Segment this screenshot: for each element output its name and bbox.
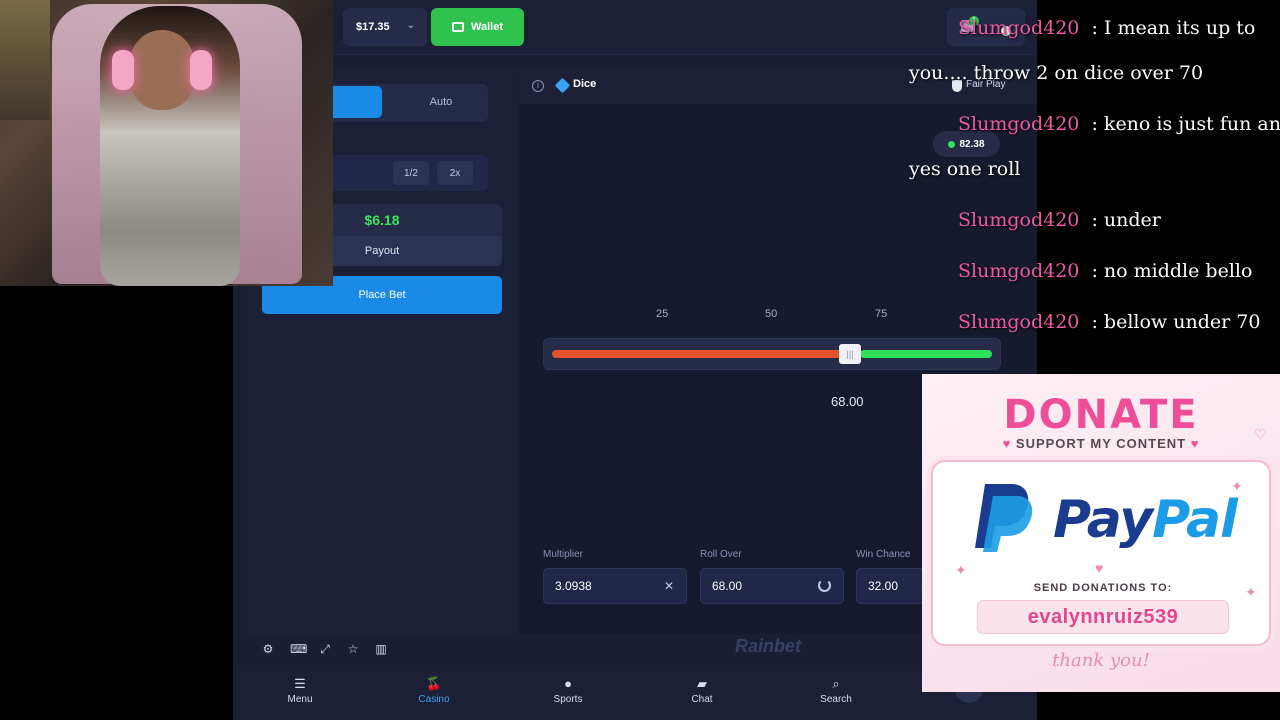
chat-message: Slumgod420 : under bbox=[958, 209, 1161, 231]
wallet-label: Wallet bbox=[471, 21, 503, 33]
close-icon[interactable]: ✕ bbox=[664, 579, 674, 593]
chat-message: you.... throw 2 on dice over 70 bbox=[909, 62, 1203, 84]
paypal-wordmark: PayPal bbox=[1053, 490, 1238, 550]
chat-username: Slumgod420 bbox=[958, 311, 1080, 333]
multiplier-value: 3.0938 bbox=[555, 579, 592, 593]
streamer-face bbox=[130, 30, 194, 110]
roll-over-field[interactable]: 68.00 bbox=[700, 568, 844, 604]
chat-text: : no middle bello bbox=[1091, 260, 1253, 282]
screen: $17.35 ⌄ Wallet 1 al Auto 1/2 2x i bbox=[0, 0, 1280, 720]
chat-username: Slumgod420 bbox=[958, 113, 1080, 135]
slider-value: 68.00 bbox=[831, 394, 864, 409]
slider-handle[interactable]: ||| bbox=[839, 344, 861, 364]
thank-you-text: thank you! bbox=[1052, 650, 1150, 671]
chat-username: Slumgod420 bbox=[958, 209, 1080, 231]
nav-label: Menu bbox=[287, 694, 313, 705]
tick-label: 25 bbox=[656, 308, 669, 320]
nav-casino[interactable]: 🍒 Casino bbox=[394, 673, 474, 713]
chat-text: : keno is just fun and bbox=[1091, 113, 1280, 135]
webcam-overlay bbox=[0, 0, 333, 286]
paypal-logo-icon bbox=[975, 484, 1033, 552]
paypal-card: PayPal ✦ ✦ ✦ ♥ SEND DONATIONS TO: evalyn… bbox=[931, 460, 1271, 646]
chat-text: : I mean its up to bbox=[1091, 17, 1256, 39]
chat-text: you.... throw 2 on dice over 70 bbox=[909, 62, 1204, 84]
game-title: Dice bbox=[573, 78, 597, 90]
wallet-button[interactable]: Wallet bbox=[431, 8, 524, 46]
sparkle-icon: ✦ bbox=[955, 562, 967, 578]
nav-sports[interactable]: ● Sports bbox=[528, 673, 608, 713]
nav-chat[interactable]: ▰ Chat bbox=[662, 673, 742, 713]
chat-message: Slumgod420 : no middle bello bbox=[958, 260, 1252, 282]
multiplier-field[interactable]: 3.0938 ✕ bbox=[543, 568, 687, 604]
win-chance-value: 32.00 bbox=[868, 579, 899, 593]
top-bar: $17.35 ⌄ Wallet 1 bbox=[233, 0, 1037, 55]
stats-icon[interactable]: ▥ bbox=[374, 642, 388, 656]
send-donations-label: SEND DONATIONS TO: bbox=[1033, 582, 1173, 594]
win-chance-field[interactable]: 32.00 bbox=[856, 568, 926, 604]
paypal-word-pal: Pal bbox=[1152, 490, 1238, 550]
cherry-icon: 🍒 bbox=[425, 676, 443, 691]
chat-text: : under bbox=[1091, 209, 1161, 231]
donate-panel: DONATE ♥ SUPPORT MY CONTENT ♥ ♡ PayPal ✦… bbox=[922, 374, 1280, 692]
heart-icon: ♥ bbox=[1095, 560, 1104, 576]
paypal-handle[interactable]: evalynnruiz539 bbox=[977, 600, 1229, 634]
donate-title: DONATE bbox=[1003, 392, 1199, 438]
multiplier-label: Multiplier bbox=[543, 549, 584, 560]
heart-outline-icon: ♡ bbox=[1254, 426, 1267, 442]
chat-message: Slumgod420 : keno is just fun and bbox=[958, 113, 1280, 135]
menu-icon: ☰ bbox=[294, 676, 306, 691]
nav-label: Casino bbox=[418, 694, 450, 705]
chat-icon: ▰ bbox=[697, 676, 707, 691]
balance-selector[interactable]: $17.35 ⌄ bbox=[343, 8, 427, 46]
win-chance-label: Win Chance bbox=[856, 549, 911, 560]
heart-icon: ♥ bbox=[1002, 436, 1012, 451]
bottom-nav: ☰ Menu 🍒 Casino ● Sports ▰ Chat ⌕ Search bbox=[233, 665, 1037, 720]
slider-over-range bbox=[860, 350, 992, 358]
tick-label: 50 bbox=[765, 308, 778, 320]
search-icon: ⌕ bbox=[832, 676, 840, 691]
gear-icon[interactable]: ⚙ bbox=[261, 642, 275, 656]
chat-username: Slumgod420 bbox=[958, 260, 1080, 282]
nav-search[interactable]: ⌕ Search bbox=[796, 673, 876, 713]
headphone-left bbox=[112, 50, 134, 90]
donate-subtitle-text: SUPPORT MY CONTENT bbox=[1015, 436, 1187, 451]
sparkle-icon: ✦ bbox=[1231, 478, 1243, 494]
keyboard-icon[interactable]: ⌨ bbox=[290, 642, 307, 656]
headphone-right bbox=[190, 50, 212, 90]
nav-label: Search bbox=[820, 694, 852, 705]
expand-icon[interactable]: ⤢ bbox=[318, 642, 332, 656]
wallet-icon bbox=[452, 22, 464, 32]
tick-label: 75 bbox=[875, 308, 888, 320]
balance-amount: $17.35 bbox=[356, 21, 390, 33]
chat-username: Slumgod420 bbox=[958, 17, 1080, 39]
ball-icon: ● bbox=[564, 676, 572, 691]
nav-menu[interactable]: ☰ Menu bbox=[260, 673, 340, 713]
result-dot-icon bbox=[948, 140, 956, 148]
chat-message: Slumgod420 : I mean its up to bbox=[958, 17, 1255, 39]
brand-logo: Rainbet bbox=[735, 636, 802, 656]
casino-app: $17.35 ⌄ Wallet 1 al Auto 1/2 2x i bbox=[233, 0, 1037, 720]
star-icon[interactable]: ☆ bbox=[346, 642, 360, 656]
chat-message: yes one roll bbox=[909, 158, 1020, 180]
half-bet-button[interactable]: 1/2 bbox=[393, 161, 429, 185]
slider-under-range bbox=[552, 350, 850, 358]
roll-over-label: Roll Over bbox=[700, 549, 742, 560]
chat-text: yes one roll bbox=[909, 158, 1021, 180]
paypal-word-pay: Pay bbox=[1053, 490, 1153, 550]
roll-over-value: 68.00 bbox=[712, 579, 743, 593]
nav-label: Chat bbox=[691, 694, 713, 705]
background-shelf bbox=[0, 0, 50, 120]
chevron-down-icon: ⌄ bbox=[406, 20, 415, 31]
double-bet-button[interactable]: 2x bbox=[437, 161, 473, 185]
donate-subtitle: ♥ SUPPORT MY CONTENT ♥ bbox=[922, 436, 1280, 451]
tab-auto[interactable]: Auto bbox=[396, 86, 486, 118]
info-icon[interactable]: i bbox=[532, 80, 544, 92]
chat-text: : bellow under 70 bbox=[1091, 311, 1261, 333]
last-result-value: 82.38 bbox=[959, 138, 985, 150]
heart-icon: ♥ bbox=[1190, 436, 1200, 451]
chat-message: Slumgod420 : bellow under 70 bbox=[958, 311, 1260, 333]
swap-icon[interactable] bbox=[818, 579, 831, 592]
nav-label: Sports bbox=[553, 694, 583, 705]
